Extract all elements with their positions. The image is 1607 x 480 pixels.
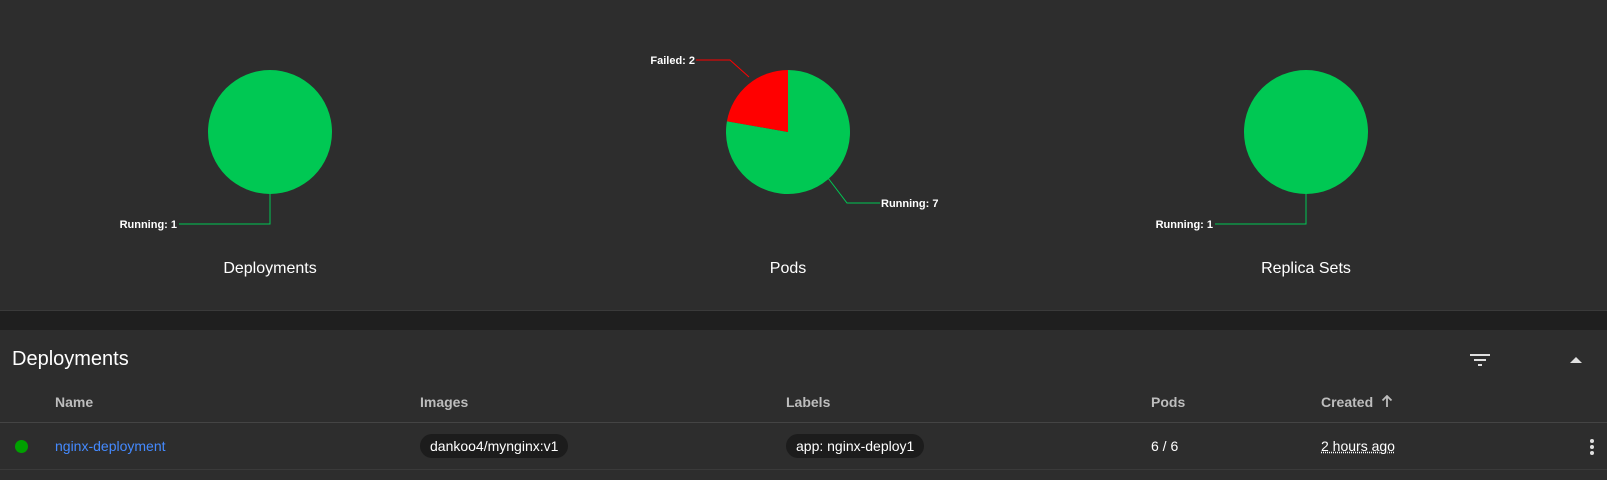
deployment-name-link[interactable]: nginx-deployment bbox=[55, 438, 166, 454]
replica-sets-running-leader bbox=[1215, 194, 1307, 225]
workload-status-panel: Running: 1 Deployments Failed: 2 Running… bbox=[0, 0, 1607, 311]
column-header-name[interactable]: Name bbox=[55, 382, 93, 422]
status-running-icon bbox=[15, 440, 28, 453]
pods-chart: Failed: 2 Running: 7 Pods bbox=[538, 0, 1038, 310]
pods-chart-title: Pods bbox=[769, 260, 807, 277]
card-title: Deployments bbox=[12, 348, 129, 370]
arrow-drop-up-icon[interactable] bbox=[1560, 344, 1592, 376]
column-header-created[interactable]: Created bbox=[1321, 382, 1393, 422]
label-chip: app: nginx-deploy1 bbox=[786, 434, 925, 458]
pods-failed-leader bbox=[696, 59, 750, 78]
deployments-pie: Running: 1 bbox=[120, 70, 332, 231]
replica-sets-pie: Running: 1 bbox=[1156, 70, 1368, 231]
filter-list-icon[interactable] bbox=[1464, 344, 1496, 376]
column-header-pods: Pods bbox=[1151, 394, 1186, 410]
column-header-images: Images bbox=[420, 394, 469, 410]
pods-failed-label: Failed: 2 bbox=[650, 55, 695, 67]
pods-count: 6 / 6 bbox=[1151, 438, 1179, 454]
pods-running-leader bbox=[827, 177, 880, 204]
deployments-slice-running bbox=[208, 70, 332, 194]
deployments-running-label: Running: 1 bbox=[120, 219, 177, 231]
column-header-created-label: Created bbox=[1321, 394, 1374, 410]
deployments-running-leader bbox=[179, 194, 271, 225]
arrow-upward-icon bbox=[1381, 394, 1393, 407]
replica-sets-chart-title: Replica Sets bbox=[1261, 260, 1351, 277]
pods-pie: Failed: 2 Running: 7 bbox=[650, 55, 938, 210]
deployments-card: Deployments Name Images Labels Pods Crea… bbox=[0, 330, 1607, 480]
pods-running-label: Running: 7 bbox=[881, 198, 938, 210]
column-header-labels: Labels bbox=[786, 394, 831, 410]
table-header: Name Images Labels Pods Created bbox=[0, 382, 1607, 423]
replica-sets-chart: Running: 1 Replica Sets bbox=[1056, 0, 1556, 310]
created-time[interactable]: 2 hours ago bbox=[1321, 438, 1395, 454]
replica-sets-running-label: Running: 1 bbox=[1156, 219, 1213, 231]
deployments-chart: Running: 1 Deployments bbox=[20, 0, 520, 310]
image-chip: dankoo4/mynginx:v1 bbox=[420, 434, 569, 458]
deployments-chart-title: Deployments bbox=[223, 260, 317, 277]
more-vert-icon[interactable] bbox=[1576, 423, 1607, 469]
pods-slice-failed bbox=[726, 70, 788, 132]
table-row: nginx-deployment dankoo4/mynginx:v1 app:… bbox=[0, 423, 1607, 470]
replica-sets-slice-running bbox=[1244, 70, 1368, 194]
